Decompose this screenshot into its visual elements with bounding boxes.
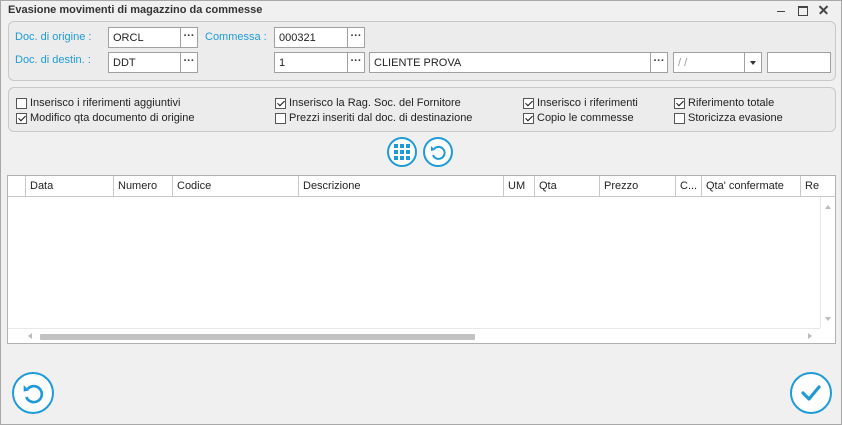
checkbox[interactable]: [523, 97, 534, 109]
close-button[interactable]: [813, 2, 833, 16]
column-header[interactable]: C...: [676, 176, 702, 196]
option-label: Inserisco i riferimenti aggiuntivi: [30, 97, 181, 109]
opt-inserisco-riferimenti[interactable]: Inserisco i riferimenti: [523, 96, 638, 110]
column-header[interactable]: Codice: [173, 176, 299, 196]
option-label: Inserisco la Rag. Soc. del Fornitore: [289, 97, 461, 109]
scroll-up-icon[interactable]: [825, 205, 831, 209]
window-title: Evasione movimenti di magazzino da comme…: [8, 4, 263, 16]
opt-storicizza-evasione[interactable]: Storicizza evasione: [674, 111, 783, 125]
cliente-code-lookup-button[interactable]: ···: [347, 52, 365, 73]
checkbox[interactable]: [275, 112, 286, 124]
cliente-name-field[interactable]: CLIENTE PROVA: [369, 52, 651, 73]
table-header: Data Numero Codice Descrizione UM Qta Pr…: [8, 176, 835, 197]
column-header[interactable]: Prezzo: [600, 176, 676, 196]
confirm-button[interactable]: [790, 372, 832, 414]
opt-copio-commesse[interactable]: Copio le commesse: [523, 111, 634, 125]
doc-destin-lookup-button[interactable]: ···: [180, 52, 198, 73]
grid-icon: [394, 144, 410, 160]
minimize-button[interactable]: [771, 2, 791, 16]
scroll-left-icon[interactable]: [28, 333, 32, 339]
column-header[interactable]: Qta' confermate: [702, 176, 801, 196]
back-button[interactable]: [12, 372, 54, 414]
column-header[interactable]: UM: [504, 176, 535, 196]
checkbox[interactable]: [16, 97, 27, 109]
column-header[interactable]: Data: [26, 176, 114, 196]
undo-icon: [23, 384, 44, 404]
doc-destin-field[interactable]: DDT: [108, 52, 181, 73]
doc-origine-field[interactable]: ORCL: [108, 27, 181, 48]
doc-origine-label: Doc. di origine :: [15, 31, 92, 43]
checkbox[interactable]: [674, 112, 685, 124]
option-label: Riferimento totale: [688, 97, 775, 109]
doc-origine-lookup-button[interactable]: ···: [180, 27, 198, 48]
checkbox[interactable]: [523, 112, 534, 124]
column-header[interactable]: Numero: [114, 176, 173, 196]
undo-icon: [431, 145, 446, 160]
vertical-scrollbar[interactable]: [820, 197, 835, 328]
option-label: Modifico qta documento di origine: [30, 112, 195, 124]
checkbox[interactable]: [16, 112, 27, 124]
check-icon: [801, 385, 821, 401]
commessa-label: Commessa :: [205, 31, 267, 43]
scroll-down-icon[interactable]: [825, 317, 831, 321]
option-label: Prezzi inseriti dal doc. di destinazione: [289, 112, 473, 124]
option-label: Storicizza evasione: [688, 112, 783, 124]
option-label: Copio le commesse: [537, 112, 634, 124]
column-header[interactable]: Descrizione: [299, 176, 504, 196]
option-label: Inserisco i riferimenti: [537, 97, 638, 109]
commessa-lookup-button[interactable]: ···: [347, 27, 365, 48]
grid-button[interactable]: [387, 137, 417, 167]
refresh-button[interactable]: [423, 137, 453, 167]
opt-riferimenti-aggiuntivi[interactable]: Inserisco i riferimenti aggiuntivi: [16, 96, 180, 110]
title-bar: Evasione movimenti di magazzino da comme…: [1, 1, 841, 19]
horizontal-scrollbar[interactable]: [8, 328, 820, 343]
scroll-right-icon[interactable]: [808, 333, 812, 339]
commessa-field[interactable]: 000321: [274, 27, 348, 48]
cliente-name-lookup-button[interactable]: ···: [650, 52, 668, 73]
opt-prezzi-doc-destinazione[interactable]: Prezzi inseriti dal doc. di destinazione: [275, 111, 472, 125]
movements-table[interactable]: Data Numero Codice Descrizione UM Qta Pr…: [7, 175, 836, 344]
checkbox[interactable]: [674, 97, 685, 109]
date-field[interactable]: / /: [673, 52, 745, 73]
maximize-button[interactable]: [792, 2, 812, 16]
column-header[interactable]: Re: [801, 176, 835, 196]
horizontal-scroll-thumb[interactable]: [40, 334, 475, 340]
doc-destin-label: Doc. di destin. :: [15, 54, 91, 66]
extra-field[interactable]: [767, 52, 831, 73]
opt-rag-soc-fornitore[interactable]: Inserisco la Rag. Soc. del Fornitore: [275, 96, 461, 110]
opt-riferimento-totale[interactable]: Riferimento totale: [674, 96, 774, 110]
cliente-code-field[interactable]: 1: [274, 52, 348, 73]
dialog-window: Evasione movimenti di magazzino da comme…: [0, 0, 842, 425]
date-dropdown-button[interactable]: [744, 52, 762, 73]
column-header[interactable]: Qta: [535, 176, 600, 196]
opt-modifico-qta[interactable]: Modifico qta documento di origine: [16, 111, 194, 125]
checkbox[interactable]: [275, 97, 286, 109]
row-selector-header: [8, 176, 26, 196]
